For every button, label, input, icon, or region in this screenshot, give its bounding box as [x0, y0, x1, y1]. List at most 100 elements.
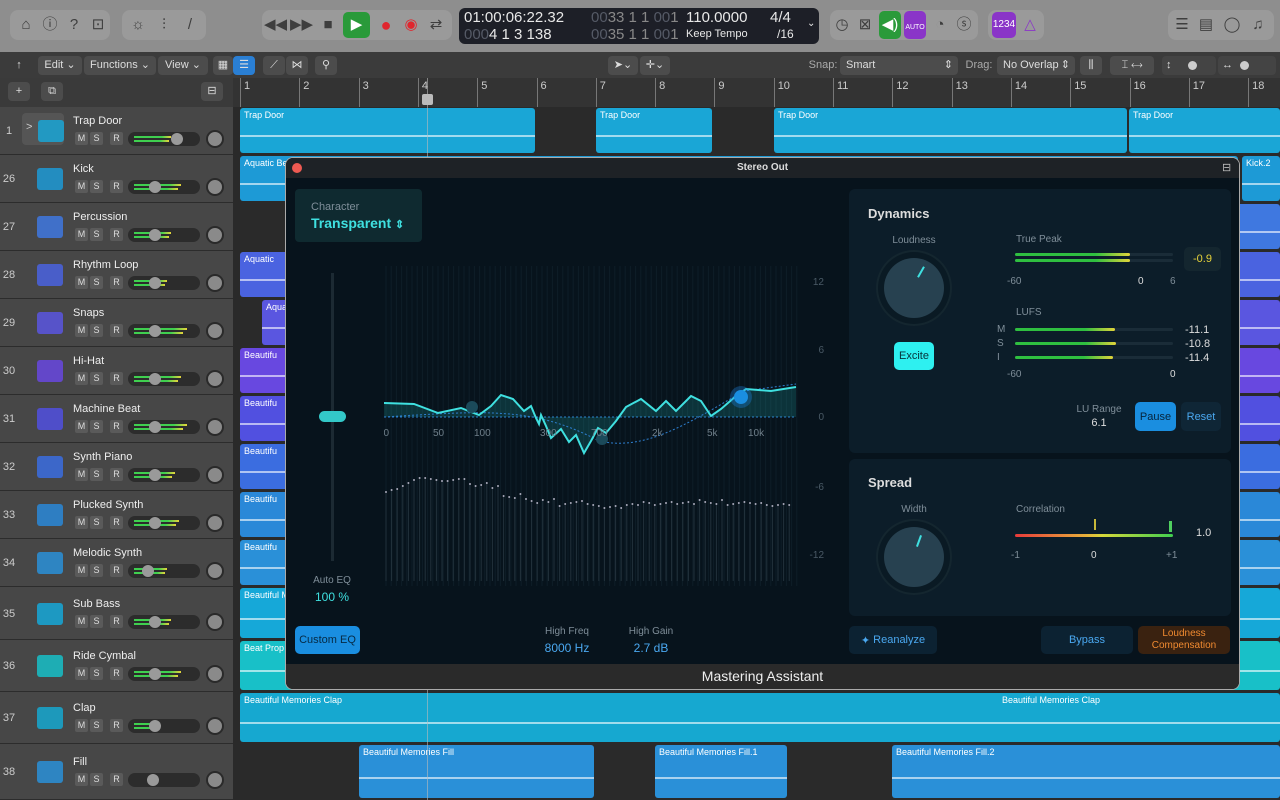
mute-button[interactable]: M — [75, 228, 88, 241]
record-enable-button[interactable]: R — [110, 276, 123, 289]
bar-number[interactable]: 1 — [240, 78, 250, 107]
count-in-button[interactable]: 1234 — [992, 12, 1016, 38]
waveform-zoom-icon[interactable]: ⫼ — [1080, 56, 1102, 75]
mute-button[interactable]: M — [75, 614, 88, 628]
pan-knob[interactable] — [206, 771, 224, 789]
toolbar-icon[interactable]: ⊡ — [88, 15, 108, 35]
back-icon[interactable]: ↑ — [8, 56, 30, 75]
track-header[interactable]: 35 Sub Bass M S R — [0, 587, 233, 640]
eq-graph[interactable]: 20 50 100 300 700 2k 5k 10k 12 6 0 -6 -12 — [384, 266, 834, 586]
fader-knob[interactable] — [149, 181, 161, 193]
track-header[interactable]: 32 Synth Piano M S R — [0, 443, 233, 491]
fader-knob[interactable] — [171, 133, 184, 145]
tuner-icon[interactable]: ◔ — [930, 15, 950, 35]
record-enable-button[interactable]: R — [110, 468, 123, 481]
list-view-icon[interactable]: ☰ — [233, 56, 255, 75]
fader-knob[interactable] — [149, 325, 161, 337]
reanalyze-button[interactable]: ✦ Reanalyze — [849, 626, 937, 654]
solo-button[interactable]: S — [90, 276, 103, 289]
solo-button[interactable]: S — [90, 372, 103, 385]
pan-knob[interactable] — [206, 322, 224, 340]
solo-button[interactable]: S — [90, 516, 103, 529]
fader-knob[interactable] — [149, 668, 161, 680]
cycle-icon[interactable]: ⇄ — [426, 15, 446, 35]
list-editors-icon[interactable]: ☰ — [1172, 15, 1192, 35]
mute-button[interactable]: M — [75, 324, 88, 337]
record-enable-button[interactable]: R — [110, 719, 123, 732]
window-options-icon[interactable]: ⊟ — [1222, 161, 1231, 174]
record-enable-button[interactable]: R — [110, 132, 123, 145]
record-enable-button[interactable]: R — [110, 773, 123, 786]
volume-fader[interactable] — [128, 276, 200, 290]
high-band-handle[interactable] — [734, 390, 748, 404]
custom-eq-button[interactable]: Custom EQ — [295, 626, 360, 654]
horizontal-zoom-slider[interactable]: ↔ — [1218, 56, 1276, 75]
region[interactable]: Beautiful Memories Fill — [359, 745, 594, 798]
volume-fader[interactable] — [128, 228, 200, 242]
mute-button[interactable]: M — [75, 564, 88, 577]
mute-button[interactable]: M — [75, 276, 88, 289]
lcd-tempo[interactable]: 110.0000 — [686, 9, 747, 26]
bar-number[interactable]: 3 — [358, 78, 369, 107]
editors-icon[interactable]: / — [180, 15, 200, 35]
character-selector[interactable]: Character Transparent ⇕ — [295, 189, 422, 242]
record-enable-button[interactable]: R — [110, 324, 123, 337]
fader-knob[interactable] — [149, 229, 161, 241]
track-header[interactable]: 1 > Trap Door M S R — [0, 107, 233, 155]
fader-knob[interactable] — [149, 469, 161, 481]
bar-number[interactable]: 6 — [536, 78, 547, 107]
mixer-icon[interactable]: ⫶ — [154, 15, 174, 35]
mute-button[interactable]: M — [75, 180, 88, 193]
track-header[interactable]: 33 Plucked Synth M S R — [0, 491, 233, 539]
forward-icon[interactable]: ▶▶ — [290, 15, 313, 35]
reset-button[interactable]: Reset — [1181, 402, 1221, 431]
fader-knob[interactable] — [149, 615, 161, 628]
lcd-chevron-icon[interactable]: ⌄ — [807, 18, 815, 29]
volume-fader[interactable] — [128, 420, 200, 434]
track-header[interactable]: 26 Kick M S R — [0, 155, 233, 203]
auto-eq-slider-handle[interactable] — [319, 411, 346, 422]
track-header[interactable]: 34 Melodic Synth M S R — [0, 539, 233, 587]
bar-number[interactable]: 15 — [1070, 78, 1086, 107]
pan-knob[interactable] — [206, 130, 224, 148]
loudness-compensation-button[interactable]: Loudness Compensation — [1138, 626, 1230, 654]
solo-button[interactable]: S — [90, 228, 103, 241]
lcd-tempo-mode[interactable]: Keep Tempo — [686, 28, 748, 40]
pan-knob[interactable] — [206, 562, 224, 580]
duplicate-track-button[interactable]: ⧉ — [41, 82, 63, 101]
region[interactable]: Beautiful Memories Clap Beautiful Memorie… — [240, 693, 1280, 742]
secondary-tool[interactable]: ✛⌄ — [640, 56, 670, 75]
fader-knob[interactable] — [149, 517, 161, 529]
notepad-icon[interactable]: ▤ — [1196, 15, 1216, 35]
pause-button[interactable]: Pause — [1135, 402, 1176, 431]
edit-menu[interactable]: Edit ⌄ — [38, 56, 82, 75]
grid-view-icon[interactable]: ▦ — [213, 56, 233, 75]
volume-fader[interactable] — [128, 372, 200, 386]
mute-button[interactable]: M — [75, 667, 88, 680]
drag-select[interactable]: No Overlap ⇕ — [997, 56, 1075, 75]
high-gain-value[interactable]: 2.7 dB — [611, 641, 691, 655]
track-header[interactable]: 38 Fill M S R — [0, 744, 233, 800]
fader-knob[interactable] — [149, 373, 161, 385]
record-enable-button[interactable]: R — [110, 564, 123, 577]
solo-button[interactable]: S — [90, 180, 103, 193]
high-freq-value[interactable]: 8000 Hz — [527, 641, 607, 655]
snap-select[interactable]: Smart ⇕ — [840, 56, 958, 75]
capture-record-icon[interactable]: ◉ — [401, 15, 421, 35]
solo-icon[interactable]: ⓢ — [954, 15, 974, 35]
pan-knob[interactable] — [206, 717, 224, 735]
record-button[interactable]: ● — [376, 15, 396, 35]
metronome-icon[interactable]: △ — [1020, 15, 1040, 35]
pan-knob[interactable] — [206, 274, 224, 292]
record-enable-button[interactable]: R — [110, 372, 123, 385]
loudness-knob[interactable] — [884, 258, 944, 318]
solo-button[interactable]: S — [90, 420, 103, 433]
autopunch-icon[interactable]: ⊠ — [855, 15, 875, 35]
close-button[interactable] — [292, 163, 302, 173]
fader-knob[interactable] — [149, 277, 161, 289]
pan-knob[interactable] — [206, 466, 224, 484]
bypass-button[interactable]: Bypass — [1041, 626, 1133, 654]
inspector-icon[interactable]: ⓘ — [40, 15, 60, 35]
fader-knob[interactable] — [149, 421, 161, 433]
region[interactable]: Beautiful Memories Fill.1 — [655, 745, 787, 798]
